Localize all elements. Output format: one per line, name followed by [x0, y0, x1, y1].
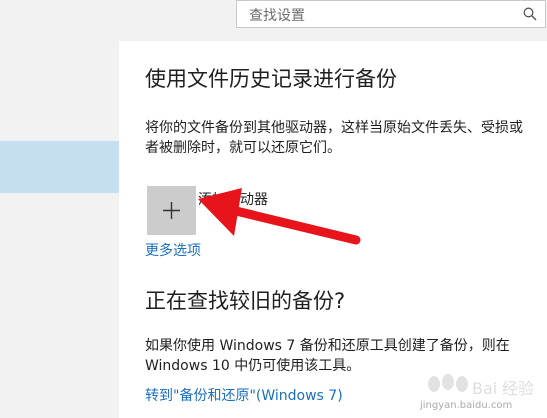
watermark-url: jingyan.baidu.com	[420, 400, 513, 411]
selected-nav-item[interactable]	[0, 141, 119, 193]
more-options-link[interactable]: 更多选项	[145, 240, 201, 260]
left-navigation-pane	[0, 41, 119, 418]
plus-icon	[163, 202, 180, 219]
svg-text:经验: 经验	[502, 379, 534, 398]
older-backup-title: 正在查找较旧的备份?	[145, 289, 346, 313]
top-bar: 查找设置	[0, 0, 547, 41]
add-drive-label[interactable]: 添加驱动器	[198, 189, 268, 209]
svg-text:Bai: Bai	[472, 379, 497, 398]
backup-description: 将你的文件备份到其他驱动器，这样当原始文件丢失、受损或者被删除时，就可以还原它们…	[145, 120, 523, 156]
backup-restore-link[interactable]: 转到"备份和还原"(Windows 7)	[145, 385, 343, 405]
search-placeholder: 查找设置	[249, 8, 305, 24]
search-icon[interactable]	[523, 7, 537, 21]
backup-title: 使用文件历史记录进行备份	[145, 67, 397, 91]
add-drive-button[interactable]	[147, 186, 196, 235]
search-input[interactable]: 查找设置	[236, 0, 546, 28]
